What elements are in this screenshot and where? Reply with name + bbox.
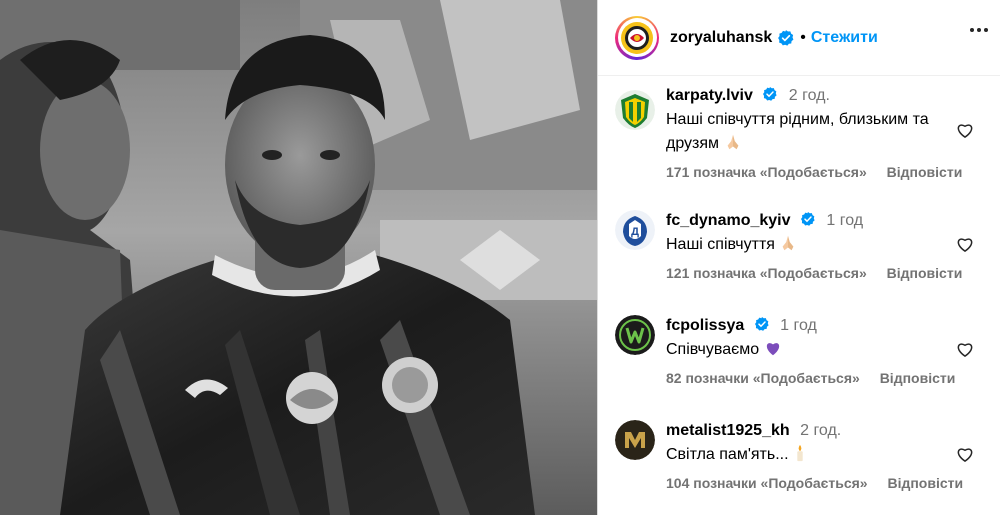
comment-avatar[interactable] — [615, 315, 655, 355]
comment-likes-count[interactable]: 104 позначки «Подобається» — [666, 475, 868, 491]
comment-item: karpaty.lviv 2 год. Наші співчуття рідни… — [615, 84, 1000, 184]
polissya-logo-icon — [615, 315, 655, 355]
comment-likes-count[interactable]: 121 позначка «Подобається» — [666, 265, 867, 281]
post-side-panel: zoryaluhansk • Стежити karpaty.lviv 2 го… — [597, 0, 1000, 515]
comment-item: metalist1925_kh 2 год. Світла пам'ять...… — [615, 419, 1000, 499]
verified-badge-icon — [778, 29, 794, 46]
reply-button[interactable]: Відповісти — [887, 475, 963, 491]
comment-text: Світла пам'ять... — [666, 446, 789, 463]
player-photo-image — [0, 0, 597, 515]
verified-badge-icon — [763, 87, 777, 101]
reply-button[interactable]: Відповісти — [880, 370, 956, 386]
post-author-username[interactable]: zoryaluhansk — [670, 29, 772, 47]
reply-button[interactable]: Відповісти — [887, 265, 963, 281]
zorya-logo-icon — [621, 21, 653, 54]
praying-hands-icon — [727, 134, 738, 150]
like-heart-icon[interactable] — [955, 444, 975, 464]
like-heart-icon[interactable] — [955, 234, 975, 254]
candle-icon — [797, 444, 803, 462]
post-header: zoryaluhansk • Стежити — [598, 0, 1000, 76]
header-separator: • — [800, 28, 806, 46]
comment-username[interactable]: fc_dynamo_kyiv — [666, 212, 791, 229]
comment-text: Співчуваємо — [666, 341, 760, 358]
karpaty-logo-icon — [615, 90, 655, 130]
praying-hands-icon — [783, 235, 794, 251]
reply-button[interactable]: Відповісти — [887, 164, 963, 180]
follow-button[interactable]: Стежити — [811, 29, 878, 47]
comment-avatar[interactable]: Д — [615, 210, 655, 250]
verified-badge-icon — [800, 212, 815, 226]
comment-timestamp[interactable]: 2 год. — [789, 87, 830, 104]
comment-likes-count[interactable]: 82 позначки «Подобається» — [666, 370, 860, 386]
comment-timestamp[interactable]: 2 год. — [800, 422, 841, 439]
comment-username[interactable]: fcpolissya — [666, 317, 744, 334]
comment-username[interactable]: karpaty.lviv — [666, 87, 753, 104]
comment-timestamp[interactable]: 1 год — [826, 212, 863, 229]
svg-text:Д: Д — [631, 226, 639, 238]
more-options-icon[interactable] — [970, 28, 988, 32]
like-heart-icon[interactable] — [955, 339, 975, 359]
comment-item: fcpolissya 1 год Співчуваємо 82 позначки… — [615, 314, 1000, 394]
like-heart-icon[interactable] — [955, 120, 975, 140]
purple-heart-icon — [766, 343, 779, 356]
metalist-logo-icon — [615, 420, 655, 460]
comment-text: Наші співчуття — [666, 236, 775, 253]
comment-timestamp[interactable]: 1 год — [780, 317, 817, 334]
dynamo-logo-icon: Д — [615, 210, 655, 250]
comment-username[interactable]: metalist1925_kh — [666, 422, 790, 439]
comment-avatar[interactable] — [615, 90, 655, 130]
comment-text: Наші співчуття рідним, близьким та друзя… — [666, 111, 929, 152]
comment-item: Д fc_dynamo_kyiv 1 год Наші співчуття 12… — [615, 209, 1000, 289]
post-photo[interactable] — [0, 0, 597, 515]
comment-likes-count[interactable]: 171 позначка «Подобається» — [666, 164, 867, 180]
verified-badge-icon — [754, 317, 769, 331]
comment-avatar[interactable] — [615, 420, 655, 460]
post-author-avatar[interactable] — [615, 15, 659, 60]
